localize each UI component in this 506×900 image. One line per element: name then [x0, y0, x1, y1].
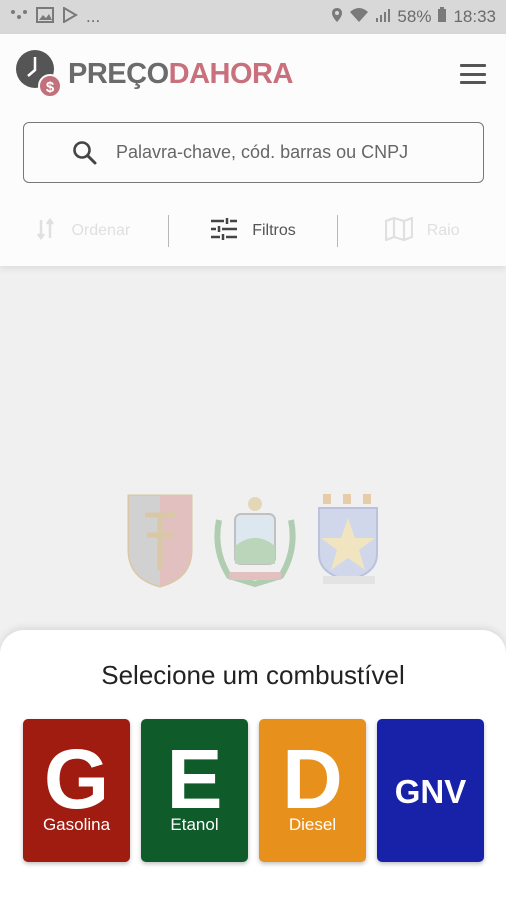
logo-text-part1: PREÇO: [68, 57, 169, 90]
more-notifications: ...: [86, 7, 101, 26]
radius-button[interactable]: Raio: [338, 215, 506, 246]
logo-text-part2: DAHORA: [168, 57, 294, 90]
wifi-icon: [349, 7, 369, 27]
search-icon: [72, 140, 98, 171]
fuel-letter: D: [282, 732, 343, 826]
battery-percent: 58%: [397, 7, 432, 26]
filters-label: Filtros: [252, 222, 296, 239]
fuel-letter: G: [43, 732, 110, 826]
play-store-icon: [62, 6, 78, 27]
image-icon: [36, 7, 54, 27]
map-icon: [384, 215, 413, 246]
search-placeholder: Palavra-chave, cód. barras ou CNPJ: [116, 142, 409, 162]
logo-text: PREÇODAHORA: [68, 58, 293, 91]
signal-icon: [375, 7, 391, 27]
fuel-option-gasolina[interactable]: G Gasolina: [23, 719, 130, 862]
status-bar: ... 58% 18:33: [0, 0, 506, 34]
shield-emblem-icon: [127, 494, 193, 588]
clock: 18:33: [453, 7, 496, 26]
state-coat-of-arms-icon: [214, 497, 296, 588]
radius-label: Raio: [426, 222, 460, 239]
sort-label: Ordenar: [71, 222, 131, 239]
fuel-name: Diesel: [288, 815, 337, 834]
filters-button[interactable]: Filtros: [169, 217, 337, 246]
filters-icon: [210, 217, 238, 246]
fuel-name: Etanol: [170, 815, 219, 834]
fuel-option-gnv[interactable]: GNV: [377, 719, 484, 862]
fuel-letter: GNV: [394, 773, 467, 810]
app-header: $ PREÇODAHORA Palavra-chave, cód. barras…: [0, 34, 506, 266]
dollar-icon: $: [38, 74, 62, 98]
sheet-title: Selecione um combustível: [101, 660, 405, 690]
fuel-options: G Gasolina E Etanol D Diesel GNV: [23, 719, 484, 862]
fuel-name: Gasolina: [42, 815, 111, 834]
hamburger-icon-line: [460, 81, 486, 84]
location-icon: [331, 7, 343, 27]
menu-button[interactable]: [460, 64, 486, 84]
logo-mark: $: [16, 50, 64, 98]
hamburger-icon-line: [460, 72, 486, 76]
battery-icon: [437, 7, 447, 27]
fuel-option-etanol[interactable]: E Etanol: [141, 719, 248, 862]
partner-emblems: [125, 490, 385, 590]
fuel-letter: E: [166, 732, 223, 826]
hamburger-icon-line: [460, 64, 486, 67]
fuel-selection-sheet: Selecione um combustível G Gasolina E Et…: [0, 630, 506, 900]
fuel-option-diesel[interactable]: D Diesel: [259, 719, 366, 862]
app-logo: $ PREÇODAHORA: [16, 50, 293, 98]
sort-icon: [37, 217, 57, 245]
sort-button[interactable]: Ordenar: [0, 217, 168, 245]
university-emblem-icon: [318, 494, 378, 584]
toolbar: Ordenar Filtros Raio: [0, 206, 506, 256]
notification-icon: [10, 8, 28, 26]
